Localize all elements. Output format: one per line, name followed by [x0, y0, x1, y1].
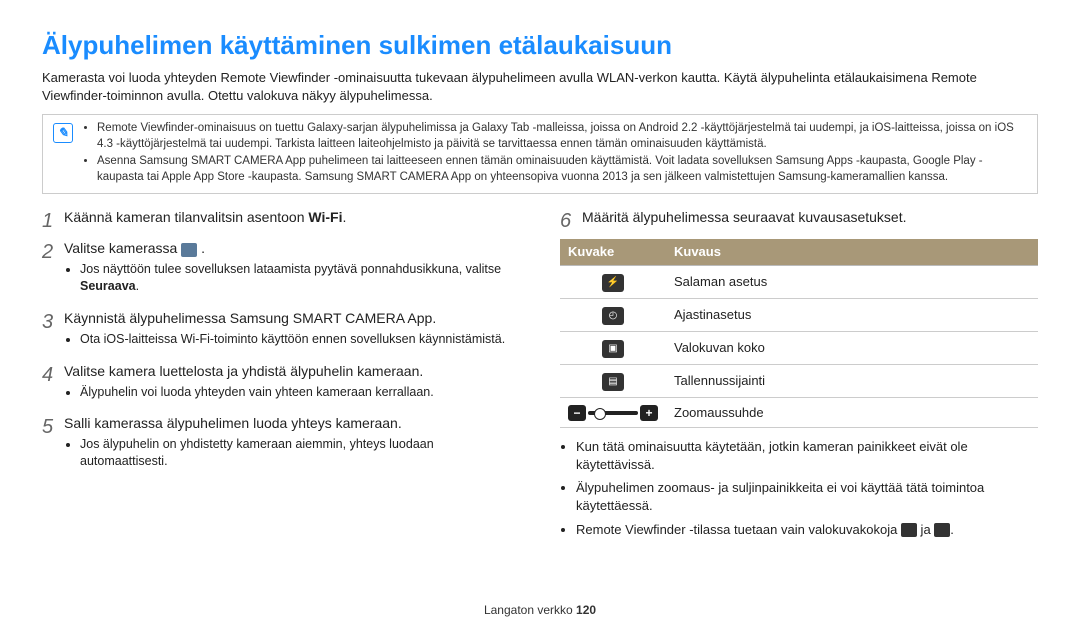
settings-table: Kuvake Kuvaus ⚡ Salaman asetus ◴ Ajastin…: [560, 239, 1038, 428]
wifi-label: Wi-Fi: [308, 209, 342, 225]
col-desc-header: Kuvaus: [666, 239, 1038, 265]
size-icon: ▣: [602, 340, 624, 358]
table-row: ▣ Valokuvan koko: [560, 331, 1038, 364]
step-1-text: Käännä kameran tilanvalitsin asentoon Wi…: [64, 208, 520, 227]
table-row: ▤ Tallennussijainti: [560, 364, 1038, 397]
step-2-bullet: Jos näyttöön tulee sovelluksen lataamist…: [80, 261, 520, 295]
zoom-icon: −+: [568, 405, 658, 421]
col-icon-header: Kuvake: [560, 239, 666, 265]
note-item: Asenna Samsung SMART CAMERA App puhelime…: [97, 154, 1027, 185]
note-bullet: Älypuhelimen zoomaus- ja suljinpainikkei…: [576, 479, 1038, 514]
timer-icon: ◴: [602, 307, 624, 325]
size-small-icon: [901, 523, 917, 537]
right-column: 6 Määritä älypuhelimessa seuraavat kuvau…: [560, 208, 1038, 544]
storage-icon: ▤: [602, 373, 624, 391]
step-3-text: Käynnistä älypuhelimessa Samsung SMART C…: [64, 309, 520, 328]
step-2-text: Valitse kamerassa .: [64, 239, 520, 258]
step-5-bullet: Jos älypuhelin on yhdistetty kameraan ai…: [80, 436, 520, 470]
step-5-text: Salli kamerassa älypuhelimen luoda yhtey…: [64, 414, 520, 433]
left-column: 1 Käännä kameran tilanvalitsin asentoon …: [42, 208, 520, 544]
step-4-text: Valitse kamera luettelosta ja yhdistä äl…: [64, 362, 520, 381]
flash-icon: ⚡: [602, 274, 624, 292]
step-number: 3: [42, 309, 64, 358]
remote-viewfinder-icon: [181, 243, 197, 257]
note-bullet: Kun tätä ominaisuutta käytetään, jotkin …: [576, 438, 1038, 473]
intro-text: Kamerasta voi luoda yhteyden Remote View…: [42, 69, 1038, 104]
note-item: Remote Viewfinder-ominaisuus on tuettu G…: [97, 121, 1027, 152]
step-number: 2: [42, 239, 64, 305]
page-title: Älypuhelimen käyttäminen sulkimen etälau…: [42, 28, 1038, 63]
step-number: 1: [42, 208, 64, 235]
step-number: 4: [42, 362, 64, 411]
table-row: ◴ Ajastinasetus: [560, 298, 1038, 331]
size-small-icon: [934, 523, 950, 537]
page-footer: Langaton verkko 120: [0, 602, 1080, 618]
note-box: ✎ Remote Viewfinder-ominaisuus on tuettu…: [42, 114, 1038, 194]
note-bullet: Remote Viewfinder -tilassa tuetaan vain …: [576, 521, 1038, 539]
step-4-bullet: Älypuhelin voi luoda yhteyden vain yhtee…: [80, 384, 520, 401]
note-icon: ✎: [53, 123, 73, 143]
step-number: 5: [42, 414, 64, 480]
table-row: −+ Zoomaussuhde: [560, 397, 1038, 428]
table-row: ⚡ Salaman asetus: [560, 265, 1038, 298]
step-number: 6: [560, 208, 582, 235]
step-6-text: Määritä älypuhelimessa seuraavat kuvausa…: [582, 208, 1038, 227]
step-3-bullet: Ota iOS-laitteissa Wi-Fi-toiminto käyttö…: [80, 331, 520, 348]
